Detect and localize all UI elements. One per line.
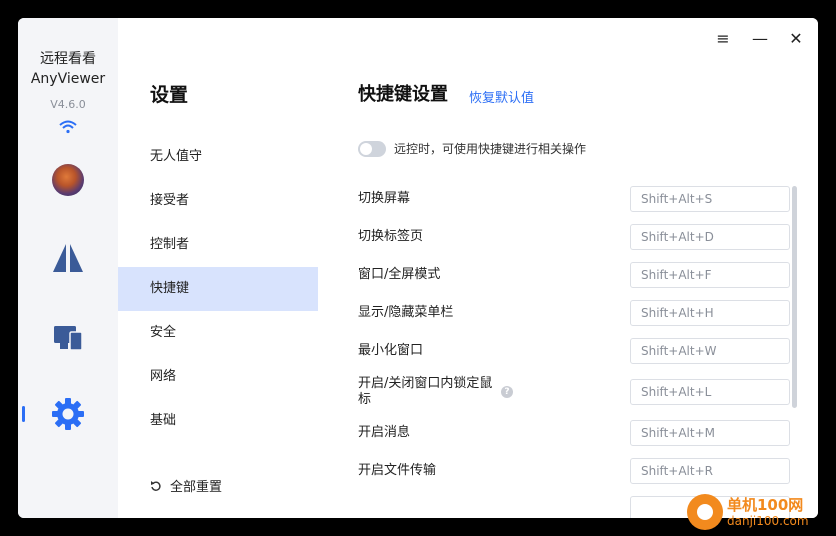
settings-nav: 设置 无人值守 接受者 控制者 快捷键 安全 网络 基础 全部重置 — [118, 18, 318, 518]
watermark-cn: 单机100网 — [727, 496, 804, 514]
app-name-cn: 远程看看 — [40, 51, 96, 67]
app-version: V4.6.0 — [50, 98, 86, 111]
avatar[interactable] — [52, 164, 84, 196]
shortcut-label: 显示/隐藏菜单栏 — [358, 305, 454, 320]
app-name-en: AnyViewer — [30, 71, 106, 87]
shortcut-label: 开启消息 — [358, 425, 411, 440]
shortcut-label: 最小化窗口 — [358, 343, 424, 358]
app-window: 远程看看 AnyViewer V4.6.0 设置 无人值守 接受者 控制者 快捷… — [18, 18, 818, 518]
wifi-icon — [59, 120, 77, 134]
nav-item-receiver[interactable]: 接受者 — [118, 179, 318, 223]
hotkeys-toggle[interactable] — [358, 141, 386, 157]
watermark-logo-icon — [687, 494, 723, 530]
menu-icon[interactable]: ≡ — [713, 28, 733, 48]
reset-icon — [151, 480, 161, 491]
nav-item-controller[interactable]: 控制者 — [118, 223, 318, 267]
hotkey-field[interactable]: Shift+Alt+R — [630, 458, 790, 484]
gear-icon[interactable] — [50, 396, 86, 432]
restore-defaults-link[interactable]: 恢复默认值 — [469, 87, 534, 106]
help-icon[interactable]: ? — [501, 386, 513, 398]
left-rail: 远程看看 AnyViewer V4.6.0 — [18, 18, 118, 518]
scrollbar[interactable] — [792, 186, 797, 408]
hotkey-field[interactable]: Shift+Alt+W — [630, 338, 790, 364]
toggle-label: 远控时，可使用快捷键进行相关操作 — [394, 142, 587, 156]
nav-item-hotkeys[interactable]: 快捷键 — [118, 267, 318, 311]
main-content: ≡ — ✕ 快捷键设置 恢复默认值 远控时，可使用快捷键进行相关操作 切换屏幕 … — [318, 18, 818, 518]
hotkey-field[interactable]: Shift+Alt+F — [630, 262, 790, 288]
hotkey-field[interactable]: Shift+Alt+S — [630, 186, 790, 212]
active-rail-marker — [22, 406, 25, 422]
anyviewer-logo-icon[interactable] — [50, 240, 86, 276]
devices-icon[interactable] — [50, 320, 86, 356]
minimize-icon[interactable]: — — [750, 28, 770, 48]
nav-item-basic[interactable]: 基础 — [118, 399, 318, 443]
hotkey-field[interactable]: Shift+Alt+H — [630, 300, 790, 326]
toggle-knob — [360, 143, 372, 155]
watermark: 单机100网 danji100.com — [683, 492, 833, 534]
shortcut-label: 切换标签页 — [358, 229, 424, 244]
close-icon[interactable]: ✕ — [786, 28, 806, 48]
shortcut-label: 开启/关闭窗口内锁定鼠 — [358, 376, 493, 391]
hotkey-field[interactable]: Shift+Alt+D — [630, 224, 790, 250]
watermark-url: danji100.com — [727, 514, 809, 528]
settings-title: 设置 — [150, 84, 189, 106]
nav-item-security[interactable]: 安全 — [118, 311, 318, 355]
nav-item-network[interactable]: 网络 — [118, 355, 318, 399]
hotkey-field[interactable]: Shift+Alt+L — [630, 379, 790, 405]
page-title: 快捷键设置 — [358, 84, 448, 105]
shortcut-label: 切换屏幕 — [358, 191, 411, 206]
shortcut-label: 窗口/全屏模式 — [358, 267, 441, 282]
nav-item-unattended[interactable]: 无人值守 — [118, 135, 318, 179]
hotkey-field[interactable]: Shift+Alt+M — [630, 420, 790, 446]
reset-all-label: 全部重置 — [170, 480, 223, 495]
shortcut-label-line2: 标 — [358, 392, 372, 407]
shortcut-label: 开启文件传输 — [358, 463, 437, 478]
reset-all-button[interactable]: 全部重置 — [150, 476, 222, 495]
